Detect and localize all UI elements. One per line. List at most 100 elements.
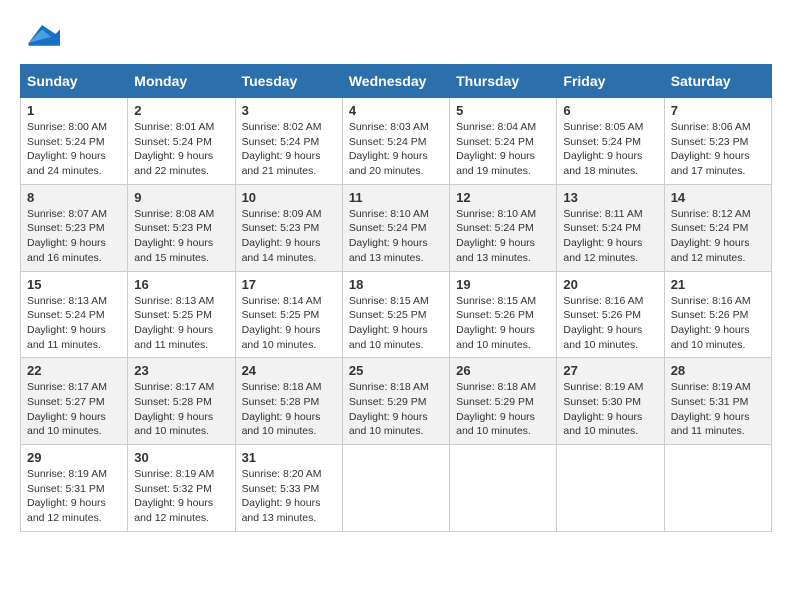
day-number: 6 bbox=[563, 103, 657, 118]
weekday-header-sunday: Sunday bbox=[21, 65, 128, 98]
calendar-cell: 21 Sunrise: 8:16 AMSunset: 5:26 PMDaylig… bbox=[664, 271, 771, 358]
day-info: Sunrise: 8:16 AMSunset: 5:26 PMDaylight:… bbox=[671, 294, 765, 353]
day-info: Sunrise: 8:19 AMSunset: 5:31 PMDaylight:… bbox=[27, 467, 121, 526]
day-info: Sunrise: 8:03 AMSunset: 5:24 PMDaylight:… bbox=[349, 120, 443, 179]
calendar-cell: 20 Sunrise: 8:16 AMSunset: 5:26 PMDaylig… bbox=[557, 271, 664, 358]
day-info: Sunrise: 8:07 AMSunset: 5:23 PMDaylight:… bbox=[27, 207, 121, 266]
weekday-header-friday: Friday bbox=[557, 65, 664, 98]
calendar-table: SundayMondayTuesdayWednesdayThursdayFrid… bbox=[20, 64, 772, 532]
calendar-cell: 1 Sunrise: 8:00 AMSunset: 5:24 PMDayligh… bbox=[21, 98, 128, 185]
day-info: Sunrise: 8:12 AMSunset: 5:24 PMDaylight:… bbox=[671, 207, 765, 266]
weekday-header-saturday: Saturday bbox=[664, 65, 771, 98]
day-number: 28 bbox=[671, 363, 765, 378]
day-info: Sunrise: 8:15 AMSunset: 5:26 PMDaylight:… bbox=[456, 294, 550, 353]
weekday-header-thursday: Thursday bbox=[450, 65, 557, 98]
calendar-cell: 31 Sunrise: 8:20 AMSunset: 5:33 PMDaylig… bbox=[235, 445, 342, 532]
day-number: 2 bbox=[134, 103, 228, 118]
day-info: Sunrise: 8:10 AMSunset: 5:24 PMDaylight:… bbox=[456, 207, 550, 266]
calendar-cell: 26 Sunrise: 8:18 AMSunset: 5:29 PMDaylig… bbox=[450, 358, 557, 445]
calendar-cell: 28 Sunrise: 8:19 AMSunset: 5:31 PMDaylig… bbox=[664, 358, 771, 445]
calendar-cell: 16 Sunrise: 8:13 AMSunset: 5:25 PMDaylig… bbox=[128, 271, 235, 358]
day-info: Sunrise: 8:08 AMSunset: 5:23 PMDaylight:… bbox=[134, 207, 228, 266]
calendar-cell: 12 Sunrise: 8:10 AMSunset: 5:24 PMDaylig… bbox=[450, 184, 557, 271]
day-info: Sunrise: 8:18 AMSunset: 5:29 PMDaylight:… bbox=[349, 380, 443, 439]
day-info: Sunrise: 8:19 AMSunset: 5:32 PMDaylight:… bbox=[134, 467, 228, 526]
weekday-header-row: SundayMondayTuesdayWednesdayThursdayFrid… bbox=[21, 65, 772, 98]
calendar-cell bbox=[450, 445, 557, 532]
calendar-cell: 4 Sunrise: 8:03 AMSunset: 5:24 PMDayligh… bbox=[342, 98, 449, 185]
calendar-cell: 14 Sunrise: 8:12 AMSunset: 5:24 PMDaylig… bbox=[664, 184, 771, 271]
weekday-header-wednesday: Wednesday bbox=[342, 65, 449, 98]
day-number: 14 bbox=[671, 190, 765, 205]
day-number: 3 bbox=[242, 103, 336, 118]
logo-icon bbox=[24, 20, 60, 48]
day-info: Sunrise: 8:04 AMSunset: 5:24 PMDaylight:… bbox=[456, 120, 550, 179]
calendar-cell bbox=[342, 445, 449, 532]
logo bbox=[20, 20, 60, 48]
calendar-cell: 11 Sunrise: 8:10 AMSunset: 5:24 PMDaylig… bbox=[342, 184, 449, 271]
day-info: Sunrise: 8:13 AMSunset: 5:25 PMDaylight:… bbox=[134, 294, 228, 353]
day-info: Sunrise: 8:05 AMSunset: 5:24 PMDaylight:… bbox=[563, 120, 657, 179]
calendar-week-row: 22 Sunrise: 8:17 AMSunset: 5:27 PMDaylig… bbox=[21, 358, 772, 445]
day-number: 12 bbox=[456, 190, 550, 205]
calendar-cell: 27 Sunrise: 8:19 AMSunset: 5:30 PMDaylig… bbox=[557, 358, 664, 445]
day-number: 26 bbox=[456, 363, 550, 378]
day-number: 29 bbox=[27, 450, 121, 465]
day-info: Sunrise: 8:01 AMSunset: 5:24 PMDaylight:… bbox=[134, 120, 228, 179]
day-info: Sunrise: 8:10 AMSunset: 5:24 PMDaylight:… bbox=[349, 207, 443, 266]
day-info: Sunrise: 8:18 AMSunset: 5:29 PMDaylight:… bbox=[456, 380, 550, 439]
calendar-cell: 23 Sunrise: 8:17 AMSunset: 5:28 PMDaylig… bbox=[128, 358, 235, 445]
day-info: Sunrise: 8:11 AMSunset: 5:24 PMDaylight:… bbox=[563, 207, 657, 266]
day-info: Sunrise: 8:16 AMSunset: 5:26 PMDaylight:… bbox=[563, 294, 657, 353]
day-info: Sunrise: 8:15 AMSunset: 5:25 PMDaylight:… bbox=[349, 294, 443, 353]
calendar-cell: 15 Sunrise: 8:13 AMSunset: 5:24 PMDaylig… bbox=[21, 271, 128, 358]
calendar-week-row: 15 Sunrise: 8:13 AMSunset: 5:24 PMDaylig… bbox=[21, 271, 772, 358]
day-number: 23 bbox=[134, 363, 228, 378]
day-info: Sunrise: 8:18 AMSunset: 5:28 PMDaylight:… bbox=[242, 380, 336, 439]
calendar-cell: 22 Sunrise: 8:17 AMSunset: 5:27 PMDaylig… bbox=[21, 358, 128, 445]
calendar-cell bbox=[557, 445, 664, 532]
day-info: Sunrise: 8:09 AMSunset: 5:23 PMDaylight:… bbox=[242, 207, 336, 266]
calendar-cell: 30 Sunrise: 8:19 AMSunset: 5:32 PMDaylig… bbox=[128, 445, 235, 532]
day-number: 10 bbox=[242, 190, 336, 205]
day-number: 22 bbox=[27, 363, 121, 378]
day-number: 27 bbox=[563, 363, 657, 378]
day-info: Sunrise: 8:17 AMSunset: 5:28 PMDaylight:… bbox=[134, 380, 228, 439]
calendar-cell: 13 Sunrise: 8:11 AMSunset: 5:24 PMDaylig… bbox=[557, 184, 664, 271]
calendar-week-row: 29 Sunrise: 8:19 AMSunset: 5:31 PMDaylig… bbox=[21, 445, 772, 532]
day-number: 17 bbox=[242, 277, 336, 292]
calendar-cell: 5 Sunrise: 8:04 AMSunset: 5:24 PMDayligh… bbox=[450, 98, 557, 185]
header bbox=[20, 20, 772, 48]
calendar-week-row: 1 Sunrise: 8:00 AMSunset: 5:24 PMDayligh… bbox=[21, 98, 772, 185]
day-number: 15 bbox=[27, 277, 121, 292]
day-number: 9 bbox=[134, 190, 228, 205]
day-number: 8 bbox=[27, 190, 121, 205]
calendar-cell: 24 Sunrise: 8:18 AMSunset: 5:28 PMDaylig… bbox=[235, 358, 342, 445]
day-info: Sunrise: 8:19 AMSunset: 5:30 PMDaylight:… bbox=[563, 380, 657, 439]
day-number: 20 bbox=[563, 277, 657, 292]
day-info: Sunrise: 8:17 AMSunset: 5:27 PMDaylight:… bbox=[27, 380, 121, 439]
day-number: 31 bbox=[242, 450, 336, 465]
calendar-cell: 18 Sunrise: 8:15 AMSunset: 5:25 PMDaylig… bbox=[342, 271, 449, 358]
day-number: 7 bbox=[671, 103, 765, 118]
calendar-cell: 29 Sunrise: 8:19 AMSunset: 5:31 PMDaylig… bbox=[21, 445, 128, 532]
day-number: 25 bbox=[349, 363, 443, 378]
calendar-cell: 17 Sunrise: 8:14 AMSunset: 5:25 PMDaylig… bbox=[235, 271, 342, 358]
day-number: 19 bbox=[456, 277, 550, 292]
day-number: 11 bbox=[349, 190, 443, 205]
day-info: Sunrise: 8:00 AMSunset: 5:24 PMDaylight:… bbox=[27, 120, 121, 179]
day-number: 24 bbox=[242, 363, 336, 378]
day-info: Sunrise: 8:13 AMSunset: 5:24 PMDaylight:… bbox=[27, 294, 121, 353]
day-info: Sunrise: 8:02 AMSunset: 5:24 PMDaylight:… bbox=[242, 120, 336, 179]
calendar-cell: 10 Sunrise: 8:09 AMSunset: 5:23 PMDaylig… bbox=[235, 184, 342, 271]
calendar-cell: 6 Sunrise: 8:05 AMSunset: 5:24 PMDayligh… bbox=[557, 98, 664, 185]
calendar-cell: 8 Sunrise: 8:07 AMSunset: 5:23 PMDayligh… bbox=[21, 184, 128, 271]
calendar-cell: 3 Sunrise: 8:02 AMSunset: 5:24 PMDayligh… bbox=[235, 98, 342, 185]
calendar-cell: 9 Sunrise: 8:08 AMSunset: 5:23 PMDayligh… bbox=[128, 184, 235, 271]
day-number: 18 bbox=[349, 277, 443, 292]
day-number: 16 bbox=[134, 277, 228, 292]
calendar-cell: 19 Sunrise: 8:15 AMSunset: 5:26 PMDaylig… bbox=[450, 271, 557, 358]
day-number: 5 bbox=[456, 103, 550, 118]
day-info: Sunrise: 8:14 AMSunset: 5:25 PMDaylight:… bbox=[242, 294, 336, 353]
calendar-cell bbox=[664, 445, 771, 532]
